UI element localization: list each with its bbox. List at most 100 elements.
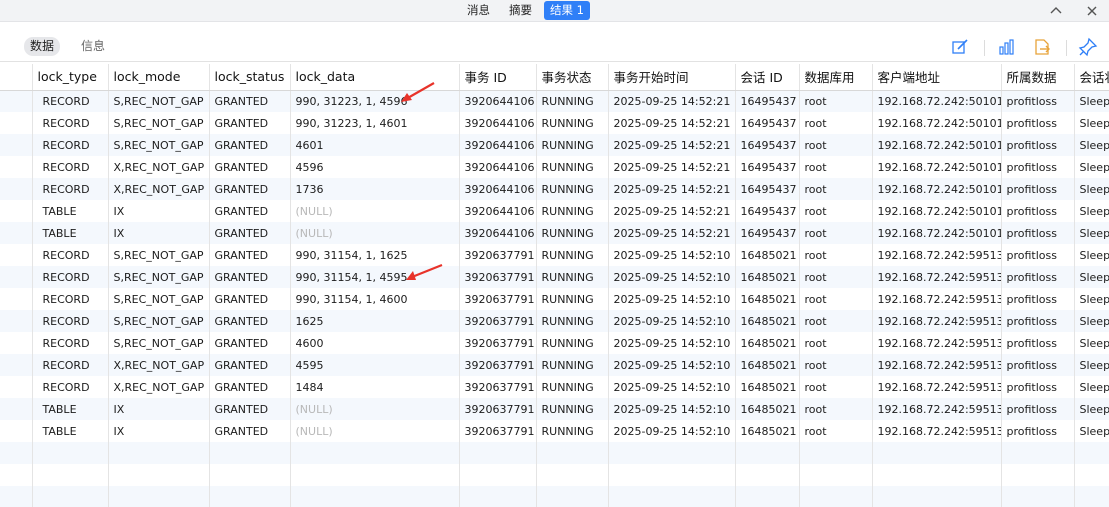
table-cell[interactable]: RUNNING [536, 420, 609, 442]
table-cell[interactable]: root [799, 200, 873, 222]
table-cell[interactable]: 3920637791 [459, 266, 537, 288]
table-cell[interactable]: GRANTED [209, 398, 291, 420]
row-number-cell[interactable] [0, 310, 33, 332]
subtab-data[interactable]: 数据 [24, 37, 61, 56]
table-row[interactable]: TABLE IX GRANTED (NULL) 3920644106 RUNNING 202… [0, 200, 1109, 222]
table-cell[interactable]: X,REC_NOT_GAP [108, 156, 210, 178]
table-cell[interactable]: 192.168.72.242:59513 [872, 398, 1002, 420]
table-cell[interactable]: RECORD [32, 310, 109, 332]
table-cell[interactable]: RECORD [32, 244, 109, 266]
empty-row[interactable] [0, 442, 1109, 464]
table-cell[interactable]: 3920637791 [459, 310, 537, 332]
table-cell[interactable] [32, 486, 109, 507]
table-cell[interactable]: Sleep [1074, 222, 1109, 244]
table-cell[interactable]: 16495437 [735, 134, 800, 156]
table-cell[interactable]: 990, 31223, 1, 4601 [290, 112, 460, 134]
table-cell[interactable]: 16495437 [735, 178, 800, 200]
table-cell[interactable]: 1625 [290, 310, 460, 332]
table-cell[interactable]: profitloss [1001, 134, 1075, 156]
row-number-cell[interactable] [0, 134, 33, 156]
column-header[interactable]: 会话状 [1074, 64, 1109, 91]
table-cell[interactable]: S,REC_NOT_GAP [108, 134, 210, 156]
table-cell[interactable]: RUNNING [536, 398, 609, 420]
close-icon[interactable] [1083, 2, 1101, 20]
table-cell[interactable]: 4600 [290, 332, 460, 354]
tab-messages[interactable]: 消息 [461, 1, 496, 20]
table-cell[interactable]: Sleep [1074, 178, 1109, 200]
table-cell[interactable]: IX [108, 200, 210, 222]
table-cell[interactable] [459, 486, 537, 507]
table-cell[interactable]: (NULL) [290, 222, 460, 244]
table-cell[interactable]: profitloss [1001, 244, 1075, 266]
table-cell[interactable]: 192.168.72.242:50101 [872, 178, 1002, 200]
table-cell[interactable]: 2025-09-25 14:52:10 [608, 332, 736, 354]
table-cell[interactable] [209, 486, 291, 507]
table-cell[interactable] [735, 486, 800, 507]
table-row[interactable]: RECORD X,REC_NOT_GAP GRANTED 4596 3920644106… [0, 156, 1109, 178]
table-cell[interactable]: 3920637791 [459, 376, 537, 398]
table-cell[interactable] [872, 486, 1002, 507]
table-cell[interactable]: 2025-09-25 14:52:10 [608, 420, 736, 442]
table-cell[interactable] [1074, 486, 1109, 507]
table-row[interactable]: RECORD S,REC_NOT_GAP GRANTED 4600 3920637791… [0, 332, 1109, 354]
table-cell[interactable] [536, 464, 609, 486]
table-cell[interactable]: GRANTED [209, 310, 291, 332]
table-cell[interactable]: 16485021 [735, 420, 800, 442]
column-header[interactable]: 客户端地址 [872, 64, 1002, 91]
table-cell[interactable] [608, 442, 736, 464]
table-cell[interactable]: RUNNING [536, 90, 609, 112]
table-cell[interactable]: RUNNING [536, 156, 609, 178]
table-cell[interactable]: 2025-09-25 14:52:10 [608, 376, 736, 398]
table-cell[interactable]: (NULL) [290, 200, 460, 222]
table-cell[interactable] [108, 464, 210, 486]
table-cell[interactable] [32, 442, 109, 464]
table-cell[interactable] [290, 486, 460, 507]
table-cell[interactable]: RECORD [32, 156, 109, 178]
table-cell[interactable]: GRANTED [209, 332, 291, 354]
table-cell[interactable] [1001, 442, 1075, 464]
table-cell[interactable]: root [799, 178, 873, 200]
table-cell[interactable]: 3920644106 [459, 112, 537, 134]
table-cell[interactable] [108, 442, 210, 464]
chevron-up-icon[interactable] [1047, 2, 1065, 20]
table-cell[interactable]: Sleep [1074, 376, 1109, 398]
table-cell[interactable]: 3920637791 [459, 398, 537, 420]
table-cell[interactable]: 192.168.72.242:59513 [872, 244, 1002, 266]
table-row[interactable]: RECORD S,REC_NOT_GAP GRANTED 4601 3920644106… [0, 134, 1109, 156]
table-cell[interactable]: 16485021 [735, 310, 800, 332]
table-cell[interactable]: Sleep [1074, 288, 1109, 310]
table-cell[interactable]: GRANTED [209, 178, 291, 200]
column-header[interactable]: 事务状态 [536, 64, 609, 91]
table-cell[interactable]: GRANTED [209, 376, 291, 398]
table-cell[interactable]: Sleep [1074, 420, 1109, 442]
table-cell[interactable]: 3920644106 [459, 134, 537, 156]
table-cell[interactable] [459, 464, 537, 486]
export-icon[interactable] [1032, 37, 1052, 57]
table-cell[interactable]: 3920637791 [459, 244, 537, 266]
table-cell[interactable]: IX [108, 420, 210, 442]
table-cell[interactable]: profitloss [1001, 200, 1075, 222]
edit-icon[interactable] [950, 37, 970, 57]
column-header[interactable]: 所属数据 [1001, 64, 1075, 91]
table-row[interactable]: RECORD S,REC_NOT_GAP GRANTED 990, 31223, 1,… [0, 112, 1109, 134]
table-cell[interactable]: GRANTED [209, 112, 291, 134]
table-row[interactable]: RECORD S,REC_NOT_GAP GRANTED 990, 31154, 1,… [0, 244, 1109, 266]
table-cell[interactable] [32, 464, 109, 486]
table-cell[interactable]: GRANTED [209, 288, 291, 310]
table-cell[interactable]: 192.168.72.242:59513 [872, 420, 1002, 442]
table-cell[interactable] [608, 464, 736, 486]
table-cell[interactable]: X,REC_NOT_GAP [108, 376, 210, 398]
table-cell[interactable]: Sleep [1074, 310, 1109, 332]
table-cell[interactable]: RECORD [32, 288, 109, 310]
table-cell[interactable]: 16485021 [735, 244, 800, 266]
table-cell[interactable]: 2025-09-25 14:52:10 [608, 398, 736, 420]
subtab-info[interactable]: 信息 [75, 37, 111, 56]
table-cell[interactable]: 2025-09-25 14:52:21 [608, 156, 736, 178]
table-row[interactable]: RECORD X,REC_NOT_GAP GRANTED 1736 3920644106… [0, 178, 1109, 200]
table-cell[interactable]: root [799, 398, 873, 420]
table-cell[interactable]: root [799, 310, 873, 332]
column-header[interactable]: 事务开始时间 [608, 64, 736, 91]
table-cell[interactable]: root [799, 332, 873, 354]
table-cell[interactable]: 2025-09-25 14:52:21 [608, 90, 736, 112]
table-cell[interactable]: 1736 [290, 178, 460, 200]
